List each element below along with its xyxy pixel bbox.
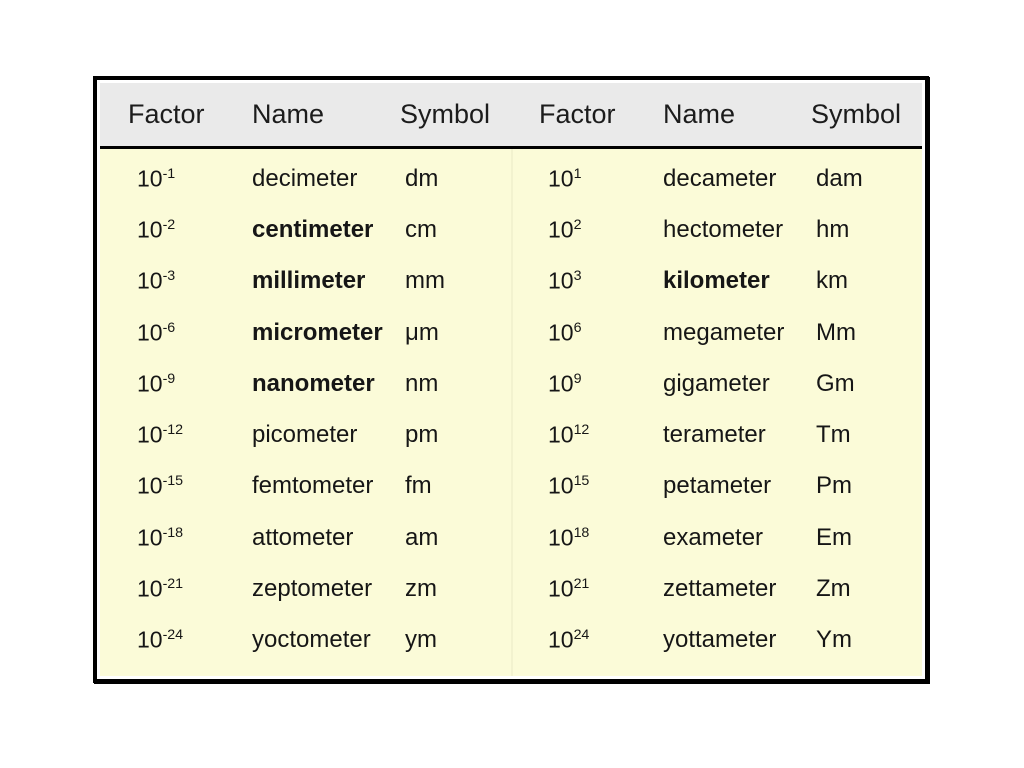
cell-factor: 10-21 (137, 575, 183, 602)
cell-name: millimeter (252, 267, 366, 295)
cell-name: exameter (663, 523, 764, 551)
table-row: 106 megameter Mm (511, 307, 922, 358)
cell-symbol: cm (405, 215, 437, 243)
cell-symbol: km (816, 267, 848, 295)
cell-factor: 1018 (548, 524, 590, 551)
cell-symbol: Em (816, 523, 852, 551)
table-row: 10-9 nanometer nm (100, 358, 511, 409)
table-row: 10-12 picometer pm (100, 409, 511, 460)
cell-factor: 106 (548, 319, 582, 346)
cell-name: zettameter (663, 575, 777, 603)
cell-factor: 10-12 (137, 421, 183, 448)
cell-symbol: μm (405, 318, 439, 346)
cell-factor: 10-1 (137, 165, 176, 192)
cell-factor: 1021 (548, 575, 590, 602)
column-header-name-right: Name (663, 99, 736, 129)
cell-name: hectometer (663, 215, 784, 243)
table-row: 103 kilometer km (511, 256, 922, 307)
cell-name: micrometer (252, 318, 383, 346)
cell-factor: 1012 (548, 421, 590, 448)
table-row: 10-18 attometer am (100, 512, 511, 563)
cell-symbol: am (405, 523, 439, 551)
column-header-name-left: Name (252, 99, 325, 129)
table-row: 1021 zettameter Zm (511, 563, 922, 614)
cell-factor: 10-6 (137, 319, 176, 346)
cell-factor: 109 (548, 370, 582, 397)
cell-name: yottameter (663, 626, 777, 654)
cell-symbol: dam (816, 164, 863, 192)
cell-symbol: dm (405, 164, 439, 192)
cell-symbol: Ym (816, 626, 852, 654)
cell-factor: 10-2 (137, 216, 176, 243)
cell-symbol: Mm (816, 318, 856, 346)
cell-symbol: Gm (816, 369, 855, 397)
cell-name: attometer (252, 523, 354, 551)
cell-factor: 10-24 (137, 626, 183, 653)
header-half-left: Factor Name Symbol (100, 83, 511, 146)
table-row: 10-21 zeptometer zm (100, 563, 511, 614)
cell-name: centimeter (252, 215, 374, 243)
table-row: 10-1 decimeter dm (100, 153, 511, 204)
table-row: 10-6 micrometer μm (100, 307, 511, 358)
cell-symbol: Tm (816, 421, 851, 449)
table-row: 101 decameter dam (511, 153, 922, 204)
cell-name: decameter (663, 164, 777, 192)
cell-name: zeptometer (252, 575, 373, 603)
cell-symbol: ym (405, 626, 437, 654)
cell-factor: 1015 (548, 472, 590, 499)
cell-name: picometer (252, 421, 358, 449)
column-header-symbol-left: Symbol (400, 99, 491, 129)
cell-name: petameter (663, 472, 772, 500)
cell-name: nanometer (252, 369, 375, 397)
table-row: 1018 exameter Em (511, 512, 922, 563)
table-row: 1012 terameter Tm (511, 409, 922, 460)
cell-symbol: hm (816, 215, 850, 243)
cell-factor: 10-18 (137, 524, 183, 551)
column-header-factor-left: Factor (128, 99, 205, 129)
cell-factor: 10-15 (137, 472, 183, 499)
table-row: 10-3 millimeter mm (100, 256, 511, 307)
cell-factor: 1024 (548, 626, 590, 653)
cell-factor: 10-9 (137, 370, 176, 397)
header-half-right: Factor Name Symbol (511, 83, 922, 146)
table-header-row: Factor Name Symbol Factor Name Symbol (100, 83, 922, 149)
cell-factor: 101 (548, 165, 582, 192)
cell-symbol: fm (405, 472, 432, 500)
cell-name: yoctometer (252, 626, 371, 654)
cell-name: kilometer (663, 267, 770, 295)
table-row: 10-15 femtometer fm (100, 461, 511, 512)
cell-name: gigameter (663, 369, 770, 397)
column-header-symbol-right: Symbol (811, 99, 902, 129)
metric-prefix-table: Factor Name Symbol Factor Name Symbol 10… (93, 76, 929, 683)
cell-symbol: mm (405, 267, 445, 295)
cell-symbol: Zm (816, 575, 851, 603)
table-row: 10-2 centimeter cm (100, 204, 511, 255)
cell-symbol: Pm (816, 472, 852, 500)
cell-symbol: nm (405, 369, 439, 397)
table-row: 1015 petameter Pm (511, 461, 922, 512)
cell-factor: 102 (548, 216, 582, 243)
cell-name: femtometer (252, 472, 374, 500)
submultiples-column: 10-1 decimeter dm 10-2 centimeter cm 10-3 milli… (100, 149, 511, 676)
multiples-column: 101 decameter dam 102 hectometer hm 103 kilomet… (511, 149, 922, 676)
table-row: 1024 yottameter Ym (511, 615, 922, 666)
cell-factor: 10-3 (137, 267, 176, 294)
cell-name: terameter (663, 421, 766, 449)
table-body: 10-1 decimeter dm 10-2 centimeter cm 10-3 milli… (100, 149, 922, 676)
table-row: 10-24 yoctometer ym (100, 615, 511, 666)
cell-factor: 103 (548, 267, 582, 294)
column-header-factor-right: Factor (539, 99, 616, 129)
table-row: 109 gigameter Gm (511, 358, 922, 409)
cell-name: decimeter (252, 164, 358, 192)
cell-symbol: pm (405, 421, 439, 449)
cell-symbol: zm (405, 575, 437, 603)
table-inner: Factor Name Symbol Factor Name Symbol 10… (100, 83, 922, 676)
table-row: 102 hectometer hm (511, 204, 922, 255)
cell-name: megameter (663, 318, 785, 346)
